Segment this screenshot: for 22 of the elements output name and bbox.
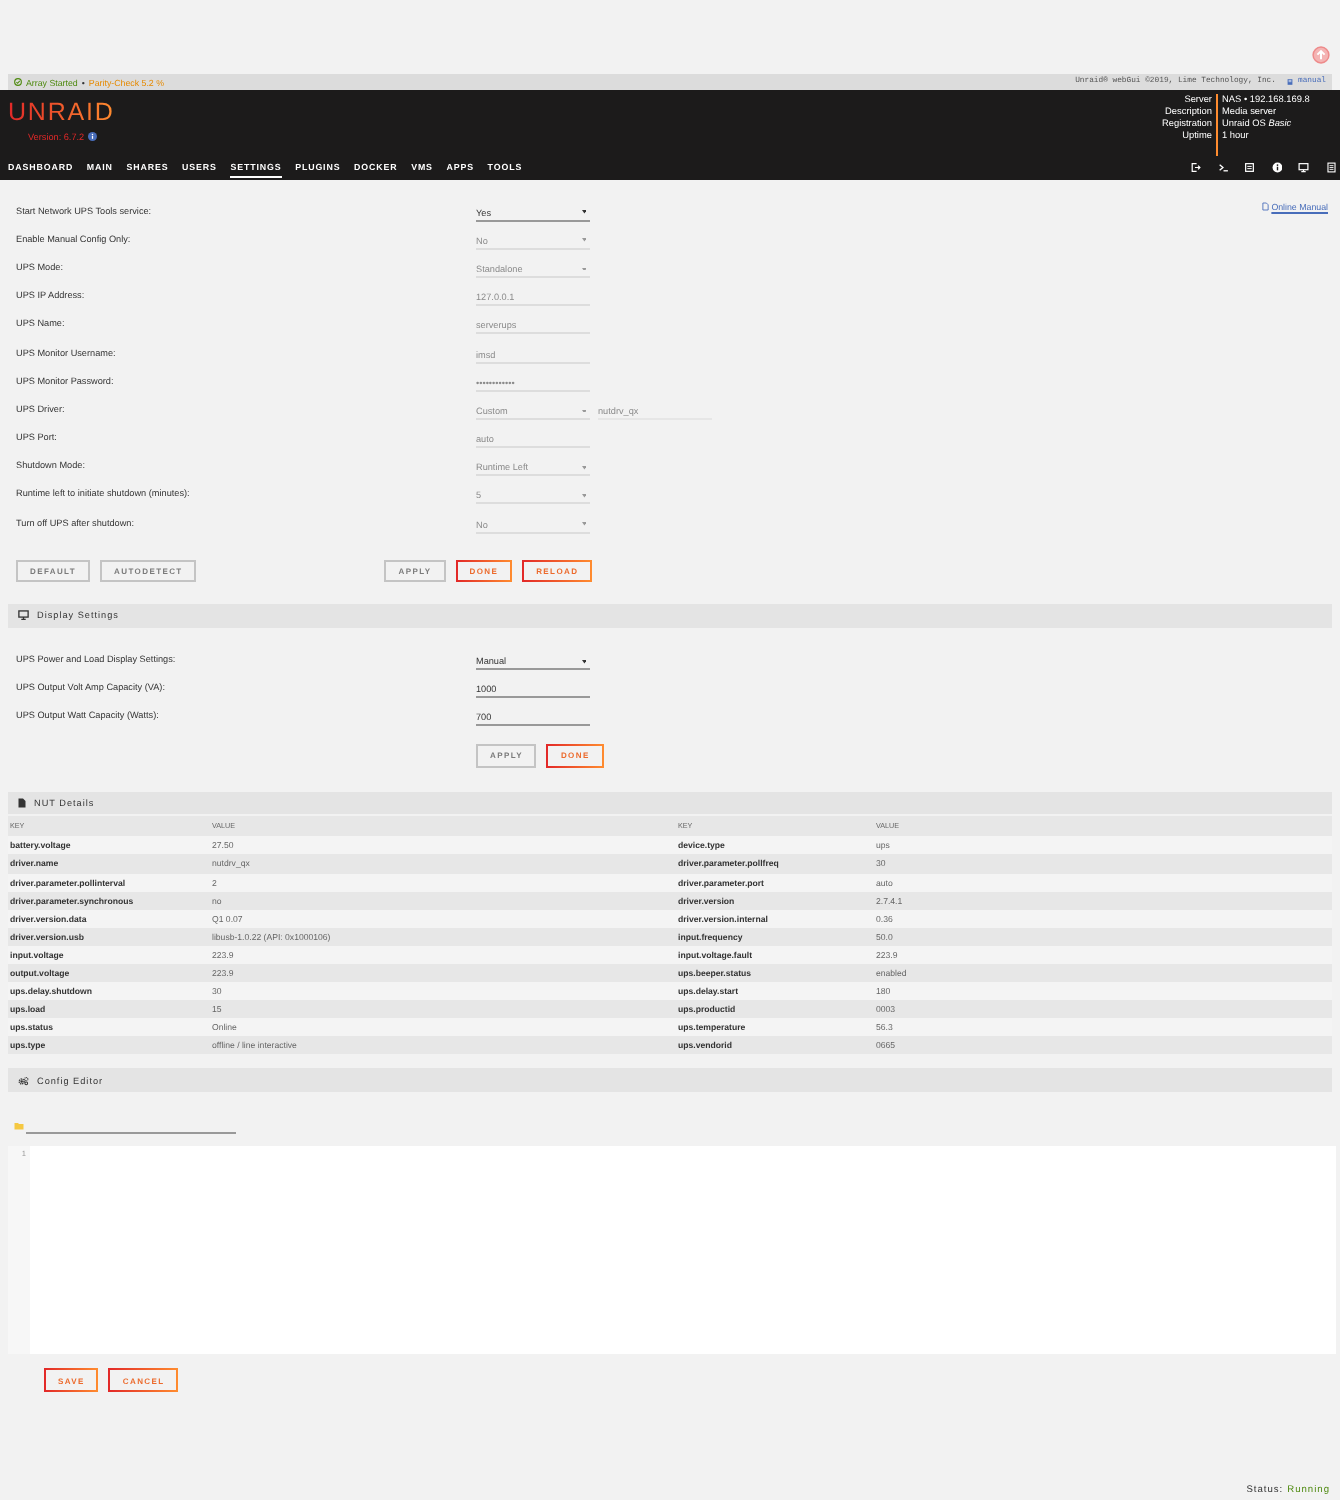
logo: UNRAID — [8, 100, 115, 126]
book-icon — [1285, 78, 1294, 86]
info-icon[interactable] — [88, 132, 98, 142]
check-circle-icon — [14, 78, 22, 86]
caret-icon — [581, 659, 586, 664]
caret-icon — [581, 465, 586, 470]
logout-icon[interactable] — [1190, 162, 1201, 174]
info-icon[interactable] — [1271, 162, 1282, 174]
file-icon — [18, 797, 26, 808]
list-icon[interactable] — [1325, 162, 1336, 174]
caret-icon — [581, 522, 586, 527]
monitor-icon — [18, 610, 29, 621]
caret-icon — [581, 210, 586, 214]
monitor-icon[interactable] — [1298, 162, 1309, 174]
gears-icon — [18, 1075, 29, 1086]
terminal-icon[interactable] — [1217, 162, 1228, 174]
caret-icon — [581, 494, 586, 498]
document-icon — [1262, 202, 1270, 212]
caret-icon — [581, 409, 586, 413]
caret-icon — [581, 238, 586, 243]
caret-icon — [581, 267, 586, 271]
notes-icon[interactable] — [1244, 162, 1255, 174]
